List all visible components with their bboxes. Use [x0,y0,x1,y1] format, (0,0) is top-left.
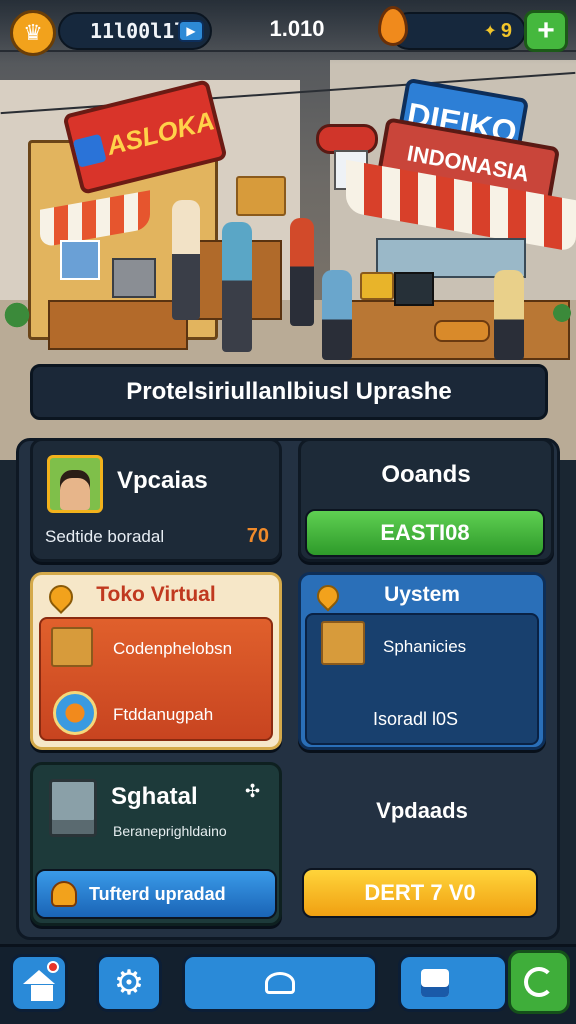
food-tray-icon [434,320,490,342]
plant-icon [0,290,34,340]
profile-value: 70 [246,525,269,547]
computer-monitor-icon [394,272,434,306]
speedometer-icon [53,691,97,735]
currency-bar-left: 11l00l1lS ▶ [58,12,212,50]
left-stall-sign-icon [72,133,107,168]
box-icon [321,621,365,665]
refresh-button[interactable] [508,950,570,1014]
fruit-crate-icon [360,272,394,300]
left-counter [48,300,188,350]
currency-bar-right: ✦ 9 [390,12,526,50]
customer-figure [290,218,314,326]
cash-register-icon [112,258,156,298]
coin-icon: ✦ [483,23,497,40]
system-item1[interactable]: Sphanicies [383,637,466,657]
add-currency-button[interactable]: + [524,10,568,52]
profile-subtitle: Sedtide boradal [45,527,165,546]
chef-hat-icon: ♛ [23,20,43,45]
home-button[interactable] [10,954,68,1012]
system-item2[interactable]: Isoradl l0S [373,709,458,730]
banner-title: Protelsiriullanlbiusl Uprashe [126,378,452,405]
upgrades-button[interactable]: DERT 7 V0 [302,868,538,918]
customer-figure [222,222,252,352]
cashier-figure [494,270,524,360]
upgrades-card: Vpdaads DERT 7 V0 [298,762,546,926]
upgrades-title: Vpdaads [376,798,468,823]
sghatal-card[interactable]: Sghatal ✣ Beraneprighldaino Tufterd upra… [30,762,282,926]
shopkeeper-figure [172,200,200,320]
toko-item2[interactable]: Ftddanugpah [113,705,213,725]
sghatal-subtitle: Beraneprighldaino [113,823,227,839]
profile-nav-button[interactable] [398,954,508,1012]
hud-center-value: 1.010 [269,16,325,41]
sghatal-button[interactable]: Tufterd upradad [35,869,277,919]
system-card[interactable]: Uystem Sphanicies Isoradl l0S [298,572,546,750]
title-banner: Protelsiriullanlbiusl Uprashe [30,364,548,420]
settings-button[interactable]: ⚙ [96,954,162,1012]
currency-right-value: 9 [500,19,512,42]
id-card-icon [421,969,449,997]
toko-title: Toko Virtual [96,583,216,606]
refresh-icon [524,967,554,997]
customer-figure [322,270,352,360]
satellite-icon [265,972,295,994]
box-icon [236,176,286,216]
left-poster [60,240,100,280]
left-stall-sign-text: ASLOKA [103,104,218,161]
plant-icon [548,296,576,330]
profile-chef-button[interactable]: ♛ [10,10,56,56]
toko-item1[interactable]: Codenphelobsn [113,639,232,659]
system-title: Uystem [384,583,460,606]
notification-dot [47,961,59,973]
profile-title: Vpcaias [117,467,208,494]
sghatal-title: Sghatal [111,783,198,810]
avatar-face-icon [60,470,90,510]
goals-title: Ooands [381,461,471,488]
profile-card[interactable]: Vpcaias Sedtide boradal 70 [30,438,282,562]
gear-icon: ⚙ [113,964,145,1002]
home-icon-base [31,985,53,1001]
sghatal-button-label: Tufterd upradad [89,883,226,904]
goals-button[interactable]: EASTI08 [305,509,545,557]
currency-left-add-icon[interactable]: ▶ [178,20,204,42]
avatar [47,455,103,513]
toko-virtual-card[interactable]: Toko Virtual Codenphelobsn Ftddanugpah [30,572,282,750]
goals-card: Ooands EASTI08 [298,438,554,562]
cash-register-icon [49,779,97,837]
center-action-button[interactable] [182,954,378,1012]
bell-icon [51,881,77,907]
box-icon [51,627,93,667]
settings-small-icon[interactable]: ✣ [245,781,260,802]
carrot-icon [378,6,408,46]
